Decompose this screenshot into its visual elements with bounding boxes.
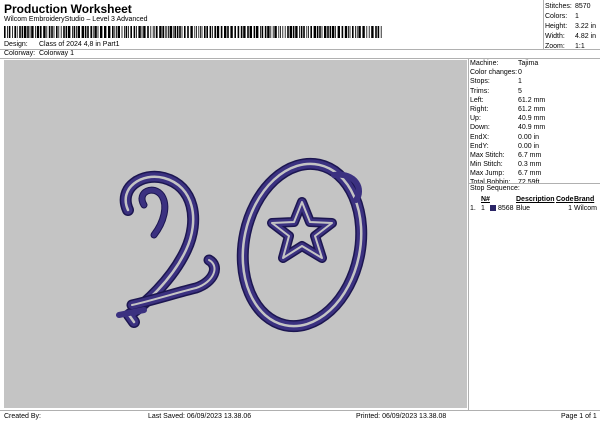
info-max-jump: Max Jump: 6.7 mm xyxy=(470,170,542,178)
colorway-label: Colorway: xyxy=(4,50,36,57)
machine-info-panel: Machine: Tajima Color changes: 0 Stops: 1 T… xyxy=(470,59,598,188)
info-endx: EndX: 0.00 in xyxy=(470,133,540,141)
col-header-brand: Brand xyxy=(574,196,595,203)
header-divider xyxy=(0,49,600,50)
stop-sequence-divider xyxy=(469,183,600,184)
design-value: Class of 2024 4,8 in Part1 xyxy=(38,41,120,48)
col-header-num: N# xyxy=(481,196,490,203)
stat-stitches: Stitches: 8570 xyxy=(545,3,591,10)
design-label: Design: xyxy=(4,41,28,48)
footer-page: Page 1 of 1 xyxy=(561,413,597,420)
footer-created-by: Created By: xyxy=(4,413,41,420)
stat-height: Height: 3.22 in xyxy=(545,23,597,30)
info-down: Down: 40.9 mm xyxy=(470,124,546,132)
stats-panel: Stitches: 8570 Colors: 1 Height: 3.22 in Wi… xyxy=(545,2,600,52)
digit-two xyxy=(116,170,220,328)
stats-divider xyxy=(543,0,544,49)
stat-width: Width: 4.82 in xyxy=(545,33,597,40)
barcode-image xyxy=(4,26,382,38)
info-stops: Stops: 1 xyxy=(470,78,522,86)
colorway-row: Colorway: Colorway 1 xyxy=(4,50,74,57)
info-color-changes: Color changes: 0 xyxy=(470,69,522,77)
stop-table-header: N# Description Code Brand xyxy=(470,195,600,204)
colorway-value: Colorway 1 xyxy=(38,50,74,57)
star-shape xyxy=(267,197,337,263)
row-index: 1. xyxy=(470,205,476,212)
info-right: Right: 61.2 mm xyxy=(470,105,546,113)
design-preview xyxy=(4,60,467,408)
info-min-stitch: Min Stitch: 0.3 mm xyxy=(470,161,542,169)
design-row: Design: Class of 2024 4,8 in Part1 xyxy=(4,41,120,48)
info-up: Up: 40.9 mm xyxy=(470,115,546,123)
footer-printed: Printed: 06/09/2023 13.38.08 xyxy=(356,413,447,420)
row-thread: 8568 xyxy=(490,204,516,213)
row-code: 1 xyxy=(568,205,572,212)
panel-divider xyxy=(468,58,469,410)
row-brand: Wilcom xyxy=(574,205,597,212)
row-num: 1 xyxy=(481,205,485,212)
col-header-description: Description xyxy=(516,196,555,203)
col-header-code: Code xyxy=(556,196,574,203)
color-swatch xyxy=(490,205,496,212)
info-max-stitch: Max Stitch: 6.7 mm xyxy=(470,151,542,159)
info-left: Left: 61.2 mm xyxy=(470,96,546,104)
stat-colors: Colors: 1 xyxy=(545,13,579,20)
info-machine: Machine: Tajima xyxy=(470,60,539,67)
embroidery-20-star xyxy=(116,157,368,333)
stop-sequence-title: Stop Sequence: xyxy=(470,185,520,192)
info-trims: Trims: 5 xyxy=(470,87,522,95)
stop-sequence-table: N# Description Code Brand 1. 1 8568 Blue… xyxy=(470,195,600,213)
stat-zoom: Zoom: 1:1 xyxy=(545,43,585,50)
table-row: 1. 1 8568 Blue 1 Wilcom xyxy=(470,204,600,213)
footer-divider xyxy=(0,410,600,411)
row-description: Blue xyxy=(516,205,531,212)
page-title: Production Worksheet xyxy=(4,2,132,16)
info-endy: EndY: 0.00 in xyxy=(470,142,540,150)
software-subtitle: Wilcom EmbroideryStudio – Level 3 Advanc… xyxy=(4,16,148,23)
footer-last-saved: Last Saved: 06/09/2023 13.38.06 xyxy=(148,413,252,420)
